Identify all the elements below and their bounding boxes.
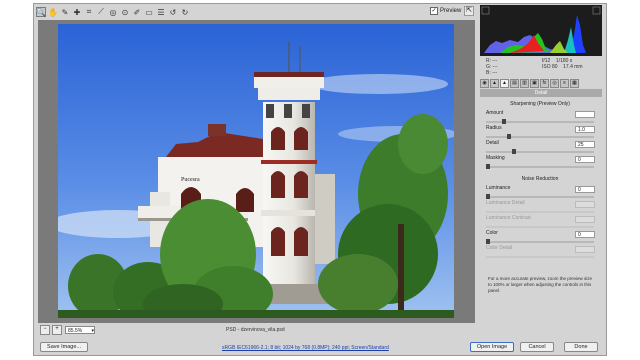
- zoom-value: 85.5%: [68, 327, 83, 334]
- photo-preview: Pucesra: [58, 24, 454, 318]
- slider-thumb[interactable]: [486, 194, 490, 199]
- slider-value-field: [575, 201, 595, 208]
- slider-thumb[interactable]: [506, 134, 511, 139]
- sharpening-title: Sharpening (Preview Only): [510, 101, 570, 107]
- slider-row: Luminance Detail: [486, 200, 596, 216]
- slider-label: Color Detail: [486, 245, 513, 251]
- camera-calibration-tab-icon[interactable]: ◎: [550, 79, 559, 88]
- slider-row: Color Detail: [486, 245, 596, 261]
- slider-value-field[interactable]: 0: [575, 156, 595, 163]
- slider-row: Amount: [486, 110, 596, 126]
- zoom-select[interactable]: 85.5% ▾: [65, 325, 95, 334]
- noise-reduction-title: Noise Reduction: [521, 176, 559, 182]
- effects-tab-icon[interactable]: fx: [540, 79, 549, 88]
- slider-thumb[interactable]: [486, 164, 490, 169]
- slider-label: Color: [486, 230, 498, 236]
- slider-label: Luminance: [486, 185, 511, 191]
- slider-track[interactable]: [486, 196, 594, 198]
- zoom-out-button[interactable]: −: [40, 324, 50, 335]
- rotate-right-icon[interactable]: ↻: [180, 7, 190, 17]
- slider-label: Luminance Contrast: [486, 215, 531, 221]
- slider-track[interactable]: [486, 166, 594, 168]
- save-image-button[interactable]: Save Image...: [40, 342, 88, 352]
- snapshots-tab-icon[interactable]: ▦: [570, 79, 579, 88]
- panel-tabs: ◉ ▲ ▲ ▤ ▥ ▣ fx ◎ ≡ ▦: [480, 79, 602, 88]
- slider-value-field: [575, 216, 595, 223]
- presets-tab-icon[interactable]: ≡: [560, 79, 569, 88]
- crop-icon[interactable]: ⌗: [84, 7, 94, 17]
- slider-row: Detail 25: [486, 140, 596, 156]
- slider-value-field[interactable]: 0: [575, 231, 595, 238]
- slider-track: [486, 256, 594, 258]
- slider-value-field[interactable]: [575, 111, 595, 118]
- toolbar: 🔍 ✋ ✎ ✚ ⌗ ⟋ ◎ ⊙ ✐ ▭ ☰ ↺ ↻: [36, 5, 476, 19]
- histogram: [480, 5, 602, 56]
- slider-label: Luminance Detail: [486, 200, 525, 206]
- slider-value-field[interactable]: 0: [575, 186, 595, 193]
- focal-length: 17.4 mm: [563, 64, 583, 70]
- slider-value-field: [575, 246, 595, 253]
- file-name: PSD - dzervinova_vila.psd: [226, 327, 285, 333]
- slider-label: Masking: [486, 155, 505, 161]
- slider-label: Amount: [486, 110, 504, 116]
- spot-removal-icon[interactable]: ◎: [108, 7, 118, 17]
- building-sign: Pucesra: [181, 177, 200, 183]
- preferences-icon[interactable]: ☰: [156, 7, 166, 17]
- slider-row: Radius 1.0: [486, 125, 596, 141]
- hsl-tab-icon[interactable]: ▤: [510, 79, 519, 88]
- slider-row: Color 0: [486, 230, 596, 246]
- rgb-readout: R: --- G: --- B: --- f/12 1/180 s ISO 80…: [486, 58, 583, 76]
- white-balance-icon[interactable]: ✎: [60, 7, 70, 17]
- color-sampler-icon[interactable]: ✚: [72, 7, 82, 17]
- cancel-button[interactable]: Cancel: [520, 342, 554, 352]
- adjustment-brush-icon[interactable]: ✐: [132, 7, 142, 17]
- graduated-filter-icon[interactable]: ▭: [144, 7, 154, 17]
- zoom-in-button[interactable]: +: [52, 324, 62, 335]
- slider-track[interactable]: [486, 151, 594, 153]
- slider-thumb[interactable]: [486, 239, 490, 244]
- slider-label: Detail: [486, 140, 499, 146]
- slider-value-field[interactable]: 25: [575, 141, 595, 148]
- slider-label: Radius: [486, 125, 502, 131]
- slider-track[interactable]: [486, 136, 594, 138]
- slider-track: [486, 211, 594, 213]
- workflow-options-link[interactable]: sRGB IEC61966-2.1; 8 bit; 1024 by 768 (0…: [222, 345, 389, 351]
- slider-value-field[interactable]: 1.0: [575, 126, 595, 133]
- hand-tool-icon[interactable]: ✋: [48, 7, 58, 17]
- slider-thumb[interactable]: [512, 149, 516, 154]
- slider-thumb[interactable]: [501, 119, 506, 124]
- slider-track: [486, 226, 594, 228]
- preview-checkbox[interactable]: ✓: [430, 7, 438, 15]
- rotate-left-icon[interactable]: ↺: [168, 7, 178, 17]
- slider-row: Luminance 0: [486, 185, 596, 201]
- split-toning-tab-icon[interactable]: ▥: [520, 79, 529, 88]
- zoom-tool-icon[interactable]: 🔍: [36, 7, 46, 17]
- panel-note: For a more accurate preview, zoom the pr…: [488, 276, 593, 293]
- detail-tab-icon[interactable]: ▲: [500, 79, 509, 88]
- fullscreen-toggle-icon[interactable]: ⇱: [464, 6, 474, 16]
- open-image-button[interactable]: Open Image: [470, 342, 514, 352]
- tone-curve-tab-icon[interactable]: ▲: [490, 79, 499, 88]
- done-button[interactable]: Done: [564, 342, 598, 352]
- lens-corrections-tab-icon[interactable]: ▣: [530, 79, 539, 88]
- basic-tab-icon[interactable]: ◉: [480, 79, 489, 88]
- red-eye-icon[interactable]: ⊙: [120, 7, 130, 17]
- preview-label: Preview: [440, 8, 462, 14]
- slider-track[interactable]: [486, 241, 594, 243]
- chevron-down-icon: ▾: [91, 327, 94, 334]
- panel-title: Detail: [480, 89, 602, 97]
- slider-row: Masking 0: [486, 155, 596, 171]
- preview-toggle[interactable]: ✓ Preview: [430, 7, 461, 15]
- straighten-icon[interactable]: ⟋: [96, 7, 106, 17]
- iso: ISO 80: [542, 64, 558, 70]
- slider-row: Luminance Contrast: [486, 215, 596, 231]
